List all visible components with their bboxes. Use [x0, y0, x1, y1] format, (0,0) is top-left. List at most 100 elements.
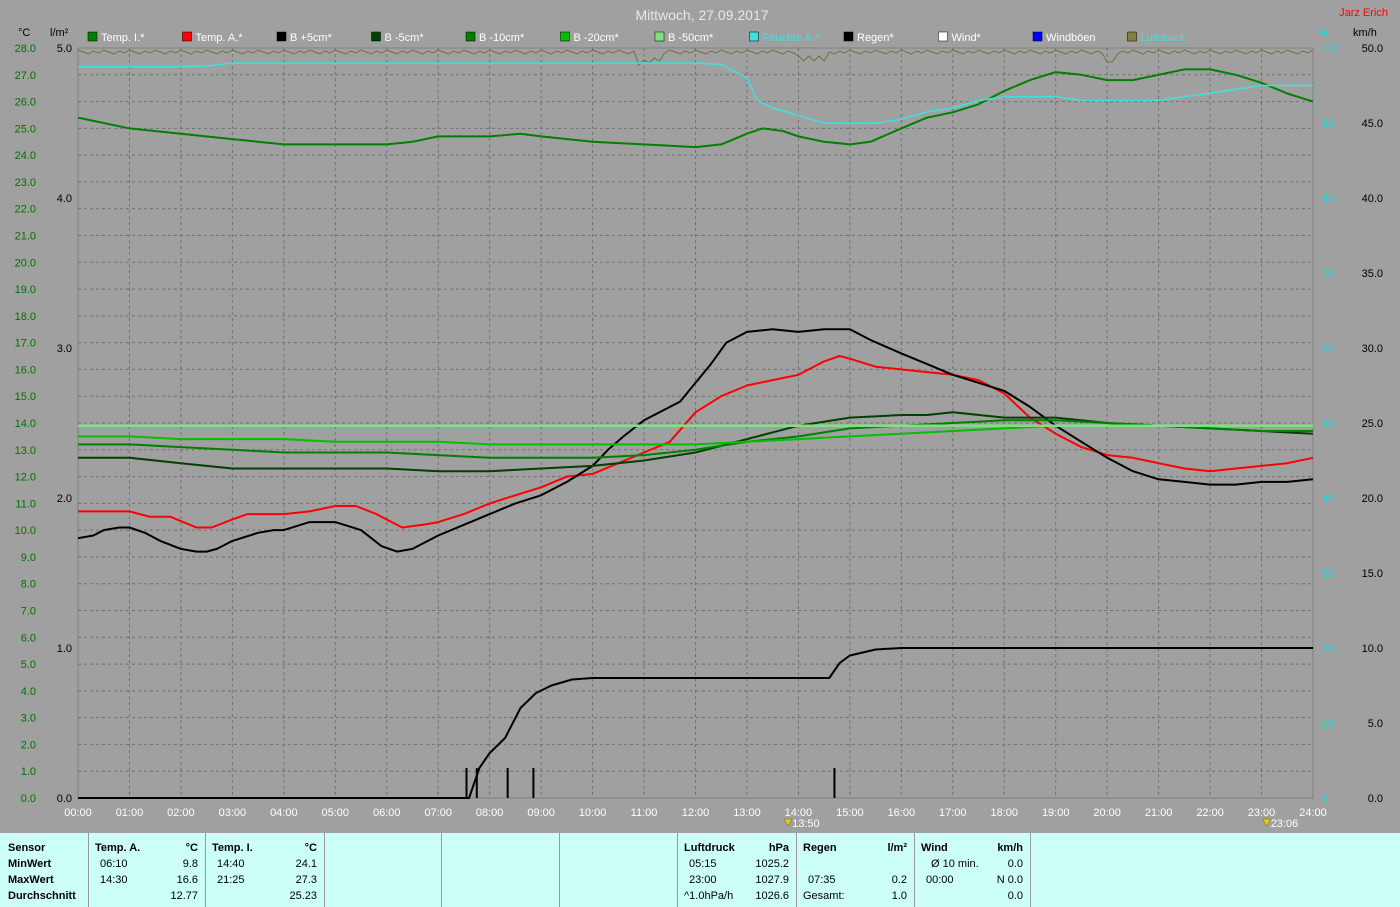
- legend-swatch: [371, 31, 381, 42]
- temp-tick-label: 7.0: [21, 606, 36, 618]
- x-tick-label: 08:00: [476, 807, 504, 819]
- x-tick-label: 09:00: [527, 807, 555, 819]
- stats-avg-label: Durchschnitt: [8, 890, 76, 902]
- rain-total-val: 1.0: [891, 890, 907, 902]
- weather-chart: Mittwoch, 27.09.2017 Jarz Erich °C l/m² …: [0, 0, 1400, 833]
- temp-tick-label: 8.0: [21, 579, 36, 591]
- temp-tick-label: 9.0: [21, 552, 36, 564]
- chart-title: Mittwoch, 27.09.2017: [635, 7, 768, 23]
- wind-max-time: 00:00: [926, 874, 954, 886]
- temp-tick-label: 21.0: [15, 231, 36, 243]
- temp-i-unit: °C: [304, 842, 317, 854]
- humidity-tick-label: 70: [1322, 268, 1334, 280]
- legend-swatch: [560, 31, 570, 42]
- temp-tick-label: 26.0: [15, 97, 36, 109]
- legend-swatch: [276, 31, 287, 42]
- legend-label: B +5cm*: [290, 32, 333, 44]
- temp-tick-label: 23.0: [15, 177, 36, 189]
- sun-marker-label: 23:06: [1271, 818, 1299, 830]
- pressure-unit: hPa: [768, 842, 789, 854]
- wind-tick-label: 25.0: [1362, 418, 1383, 430]
- x-tick-label: 01:00: [116, 807, 144, 819]
- wind-tick-label: 45.0: [1362, 118, 1383, 130]
- temp-i-avg-val: 25.23: [289, 890, 317, 902]
- x-tick-label: 00:00: [64, 807, 92, 819]
- humidity-tick-label: 0: [1322, 793, 1328, 805]
- wind-header: Wind: [921, 842, 948, 854]
- rain-tick-label: 0.0: [57, 793, 72, 805]
- x-tick-label: 07:00: [424, 807, 452, 819]
- sun-marker-label: 13:50: [792, 818, 820, 830]
- right-unit-humidity: %: [1318, 27, 1328, 39]
- x-tick-label: 16:00: [888, 807, 916, 819]
- temp-tick-label: 16.0: [15, 364, 36, 376]
- legend-swatch: [843, 31, 854, 42]
- stats-col-rain: Regen l/m² 07:35 0.2 Gesamt: 1.0: [796, 833, 915, 907]
- temp-a-max-val: 16.6: [176, 874, 198, 886]
- rain-unit: l/m²: [887, 842, 907, 854]
- wind-tick-label: 0.0: [1368, 793, 1383, 805]
- temp-tick-label: 12.0: [15, 472, 36, 484]
- temp-tick-label: 19.0: [15, 284, 36, 296]
- x-tick-label: 20:00: [1093, 807, 1121, 819]
- x-tick-label: 15:00: [836, 807, 864, 819]
- stats-col-empty-3: [559, 833, 678, 907]
- humidity-tick-label: 20: [1322, 643, 1334, 655]
- legend-label: B -20cm*: [574, 32, 620, 44]
- x-tick-label: 05:00: [322, 807, 350, 819]
- wind-tick-label: 10.0: [1362, 643, 1383, 655]
- stats-panel: Sensor MinWert MaxWert Durchschnitt Temp…: [0, 833, 1400, 907]
- legend-label: Luftdruck: [1141, 32, 1187, 44]
- stats-col-temp-a: Temp. A. °C 06:10 9.8 14:30 16.6 12.77: [88, 833, 206, 907]
- pressure-max-val: 1027.9: [755, 874, 789, 886]
- temp-tick-label: 13.0: [15, 445, 36, 457]
- temp-tick-label: 15.0: [15, 391, 36, 403]
- legend-swatch: [1032, 31, 1043, 42]
- legend-swatch: [87, 31, 98, 42]
- wind-max-val: N 0.0: [996, 874, 1023, 886]
- wind-tick-label: 5.0: [1368, 718, 1383, 730]
- legend-label: Regen*: [857, 32, 894, 44]
- temp-a-header: Temp. A.: [95, 842, 141, 854]
- temp-a-min-val: 9.8: [182, 858, 198, 870]
- legend-label: Windböen: [1046, 32, 1096, 44]
- pressure-min-time: 05:15: [689, 858, 717, 870]
- legend-label: Feuchte A.*: [763, 32, 821, 44]
- humidity-tick-label: 80: [1322, 193, 1334, 205]
- wind-avg10-label: Ø 10 min.: [931, 858, 979, 870]
- temp-i-min-val: 24.1: [295, 858, 317, 870]
- stats-col-pressure: Luftdruck hPa 05:15 1025.2 23:00 1027.9 …: [677, 833, 797, 907]
- stats-min-label: MinWert: [8, 858, 52, 870]
- x-tick-label: 03:00: [219, 807, 247, 819]
- humidity-tick-label: 60: [1322, 343, 1334, 355]
- temp-a-unit: °C: [185, 842, 198, 854]
- legend-label: B -5cm*: [385, 32, 425, 44]
- temp-tick-label: 0.0: [21, 793, 36, 805]
- right-unit-wind: km/h: [1353, 27, 1377, 39]
- wind-avg-val: 0.0: [1007, 890, 1023, 902]
- rain-tick-label: 1.0: [57, 643, 72, 655]
- pressure-header: Luftdruck: [684, 842, 735, 854]
- humidity-tick-label: 90: [1322, 118, 1334, 130]
- temp-tick-label: 17.0: [15, 338, 36, 350]
- stats-max-label: MaxWert: [8, 874, 54, 886]
- stats-col-wind: Wind km/h Ø 10 min. 0.0 00:00 N 0.0 0.0: [914, 833, 1031, 907]
- wind-tick-label: 20.0: [1362, 493, 1383, 505]
- humidity-tick-label: 40: [1322, 493, 1334, 505]
- x-tick-label: 02:00: [167, 807, 195, 819]
- wind-tick-label: 15.0: [1362, 568, 1383, 580]
- wind-avg10-val: 0.0: [1007, 858, 1023, 870]
- left-unit-rain: l/m²: [50, 27, 69, 39]
- stats-col-empty-2: [441, 833, 560, 907]
- legend-label: Temp. I.*: [101, 32, 145, 44]
- wind-tick-label: 40.0: [1362, 193, 1383, 205]
- pressure-max-time: 23:00: [689, 874, 717, 886]
- temp-i-min-time: 14:40: [217, 858, 245, 870]
- legend-label: B -50cm*: [668, 32, 714, 44]
- humidity-tick-label: 50: [1322, 418, 1334, 430]
- stats-sensor-header: Sensor: [8, 842, 46, 854]
- legend-swatch: [654, 31, 665, 42]
- left-unit-temp: °C: [18, 27, 30, 39]
- x-tick-label: 19:00: [1042, 807, 1070, 819]
- temp-tick-label: 1.0: [21, 766, 36, 778]
